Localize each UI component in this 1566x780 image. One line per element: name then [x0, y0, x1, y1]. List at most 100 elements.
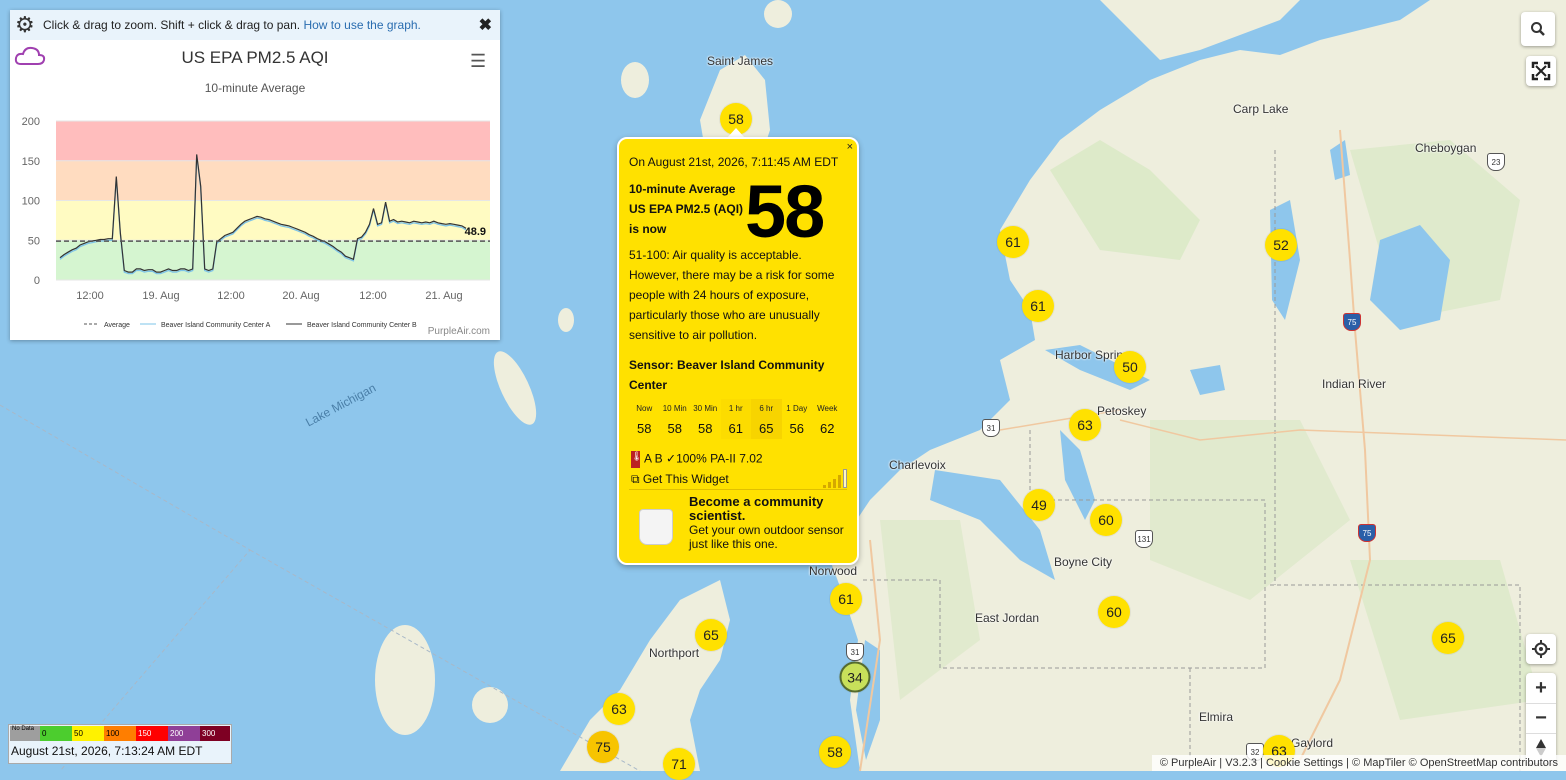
popup-close-button[interactable]: ×	[847, 141, 853, 153]
sensor-marker[interactable]: 65	[1432, 622, 1464, 654]
version-text: V3.2.3	[1225, 757, 1258, 769]
zoom-out-button[interactable]: −	[1526, 703, 1556, 734]
popup-timestamp: On August 21st, 2026, 7:11:45 AM EDT	[629, 155, 839, 169]
how-to-use-graph-link[interactable]: How to use the graph.	[303, 18, 420, 32]
highway-shield-icon: 23	[1487, 153, 1505, 171]
legend-a-label: Beaver Island Community Center A	[161, 322, 271, 329]
gear-icon[interactable]: ⚙	[15, 13, 39, 37]
x-tick-label: 12:00	[76, 290, 104, 302]
place-label: Norwood	[809, 564, 858, 578]
sensor-device-icon[interactable]	[639, 509, 673, 545]
signal-strength-icon	[821, 469, 847, 488]
period-label: 1 Day	[786, 403, 808, 413]
place-label: Saint James	[707, 54, 774, 68]
highway-shield-icon: 31	[846, 643, 864, 661]
sensor-marker[interactable]: 63	[1069, 409, 1101, 441]
period-label: Week	[817, 403, 838, 413]
x-tick-label: 19. Aug	[142, 290, 179, 302]
chart-credit: PurpleAir.com	[427, 326, 490, 337]
zoom-in-button[interactable]: +	[1526, 673, 1556, 704]
sensor-marker[interactable]: 60	[1090, 504, 1122, 536]
search-icon	[1531, 22, 1545, 36]
sensor-marker[interactable]: 61	[1022, 290, 1054, 322]
y-tick-label: 150	[22, 156, 40, 168]
chart-hint-bar: ⚙ Click & drag to zoom. Shift + click & …	[10, 10, 500, 40]
legend-swatch: 100	[104, 726, 136, 741]
period-value: 61	[720, 417, 751, 439]
fullscreen-button[interactable]	[1526, 56, 1556, 86]
hint-message: Click & drag to zoom. Shift + click & dr…	[43, 18, 301, 32]
sensor-marker[interactable]: 75	[587, 731, 619, 763]
legend-scale: No Data 0 50 100 150 200 300	[10, 726, 230, 741]
popup-status-text: A B ✓100% PA-II 7.02	[644, 451, 763, 466]
period-label: 10 Min	[662, 403, 687, 413]
period-value: 58	[698, 420, 713, 436]
close-hint-button[interactable]: ✖	[479, 15, 492, 35]
osm-link[interactable]: © OpenStreetMap contributors	[1409, 757, 1558, 769]
aqi-band	[56, 121, 490, 161]
legend-b-label: Beaver Island Community Center B	[307, 322, 417, 329]
aqi-chart[interactable]: 0 50 100 150 200 12:00 19. Aug 12:00 20. Aug 12:0…	[10, 100, 500, 335]
purpleair-link[interactable]: © PurpleAir	[1160, 757, 1216, 769]
popup-aqi-value: 58	[745, 170, 825, 253]
chart-menu-icon[interactable]: ☰	[470, 52, 488, 70]
y-tick-label: 0	[34, 275, 40, 287]
cookie-settings-link[interactable]: Cookie Settings	[1266, 757, 1343, 769]
sensor-marker[interactable]: 65	[695, 619, 727, 651]
x-tick-label: 12:00	[217, 290, 245, 302]
period-label: 1 hr	[720, 399, 751, 417]
period-label: Now	[636, 403, 653, 413]
legend-time: August 21st, 2026, 7:13:24 AM EDT	[11, 744, 203, 758]
popup-description: 51-100: Air quality is acceptable. Howev…	[629, 248, 835, 342]
search-button[interactable]	[1521, 12, 1555, 46]
average-value-label: 48.9	[465, 226, 486, 238]
promo-title[interactable]: Become a community scientist.	[689, 495, 839, 523]
sensor-marker[interactable]: 60	[1098, 596, 1130, 628]
promo-text[interactable]: Get your own outdoor sensor just like th…	[689, 523, 849, 551]
sensor-marker[interactable]: 61	[830, 583, 862, 615]
legend-swatch: 50	[72, 726, 104, 741]
chart-panel: ⚙ Click & drag to zoom. Shift + click & …	[10, 10, 500, 340]
x-tick-label: 12:00	[359, 290, 387, 302]
widget-icon: ⧉	[631, 472, 640, 486]
sensor-marker[interactable]: 61	[997, 226, 1029, 258]
y-tick-label: 100	[22, 196, 40, 208]
period-label: 30 Min	[693, 403, 718, 413]
get-widget-label: Get This Widget	[642, 472, 729, 486]
aqi-legend[interactable]: No Data 0 50 100 150 200 300 August 21st, 2026…	[8, 724, 232, 764]
legend-swatch: 300	[200, 726, 230, 741]
period-value: 65	[751, 417, 782, 439]
aqi-band	[56, 160, 490, 201]
sensor-marker[interactable]: 49	[1023, 489, 1055, 521]
period-value-row: 58 58 58 61 65 56 62	[629, 417, 843, 439]
highway-shield-icon: 31	[982, 419, 1000, 437]
sensor-marker[interactable]: 52	[1265, 229, 1297, 261]
legend-swatch: 200	[168, 726, 200, 741]
place-label: Cheboygan	[1415, 141, 1477, 155]
sensor-marker[interactable]: 58	[819, 736, 851, 768]
sensor-marker[interactable]: 50	[1114, 351, 1146, 383]
place-label: Carp Lake	[1233, 102, 1289, 116]
legend-average-label: Average	[104, 322, 130, 329]
geolocate-button[interactable]	[1526, 634, 1556, 664]
period-header-row: Now 10 Min 30 Min 1 hr 6 hr 1 Day Week	[629, 399, 843, 417]
place-label: Charlevoix	[889, 458, 946, 472]
place-label: Gaylord	[1291, 736, 1334, 750]
legend-swatch: No Data	[10, 726, 40, 741]
sensor-marker[interactable]: 34	[839, 661, 871, 693]
period-value: 56	[789, 420, 804, 436]
zoom-controls: + −	[1526, 673, 1556, 763]
y-tick-label: 50	[28, 235, 40, 247]
sensor-marker[interactable]: 71	[663, 748, 695, 780]
period-value: 62	[820, 420, 835, 436]
popup-sensor-name: Sensor: Beaver Island Community Center	[629, 358, 825, 392]
sensor-marker[interactable]: 63	[603, 693, 635, 725]
popup-status: 🌡 A B ✓100% PA-II 7.02	[631, 451, 763, 468]
legend-swatch: 0	[40, 726, 72, 741]
x-tick-label: 21. Aug	[425, 290, 462, 302]
sensor-popup: × On August 21st, 2026, 7:11:45 AM EDT 1…	[617, 137, 859, 565]
maptiler-link[interactable]: © MapTiler	[1352, 757, 1406, 769]
crosshair-icon	[1532, 640, 1550, 658]
place-label: Northport	[649, 646, 700, 660]
get-widget-link[interactable]: ⧉ Get This Widget	[631, 472, 729, 487]
